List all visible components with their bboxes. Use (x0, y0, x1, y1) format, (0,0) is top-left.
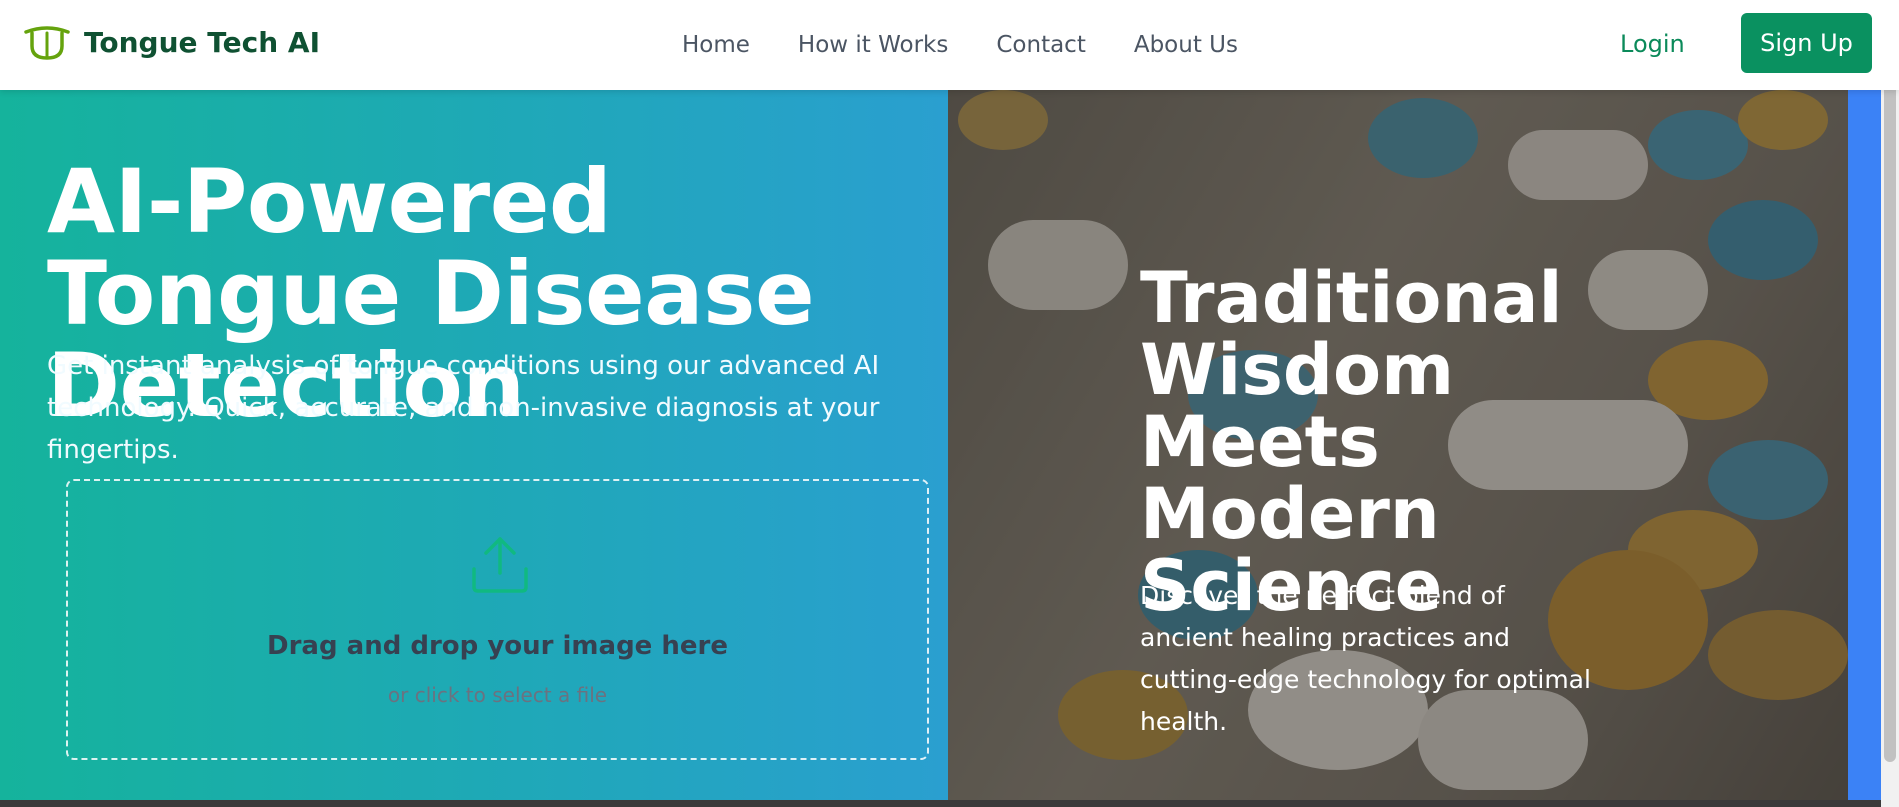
feature-image-panel: Traditional Wisdom Meets Modern Science … (948, 90, 1848, 800)
nav-about-us[interactable]: About Us (1134, 32, 1238, 58)
hero-section: AI-Powered Tongue Disease Detection Get … (0, 90, 948, 800)
horizontal-scrollbar[interactable] (0, 800, 1881, 807)
feature-subtitle: Discover the perfect blend of ancient he… (1140, 581, 1591, 736)
scrollbar-thumb[interactable] (1884, 2, 1896, 762)
nav-home[interactable]: Home (682, 32, 750, 58)
hero-subtitle: Get instant analysis of tongue condition… (47, 351, 880, 465)
tongue-logo-icon (22, 22, 72, 62)
feature-title: Traditional Wisdom Meets Modern Science (1140, 257, 1563, 627)
nav-how-it-works[interactable]: How it Works (798, 32, 948, 58)
nav-links: Home How it Works Contact About Us (682, 0, 1286, 90)
nav-contact[interactable]: Contact (996, 32, 1085, 58)
accent-edge-bar (1848, 90, 1881, 800)
login-link[interactable]: Login (1620, 30, 1685, 58)
dropzone-sub-text[interactable]: or click to select a file (68, 683, 927, 707)
top-navbar: Tongue Tech AI Home How it Works Contact… (0, 0, 1899, 90)
signup-button[interactable]: Sign Up (1741, 13, 1872, 73)
brand-name: Tongue Tech AI (84, 25, 321, 59)
brand-logo-link[interactable]: Tongue Tech AI (22, 22, 320, 62)
image-upload-dropzone[interactable]: Drag and drop your image here or click t… (66, 479, 929, 760)
upload-icon (468, 533, 532, 597)
dropzone-main-text: Drag and drop your image here (267, 631, 728, 661)
